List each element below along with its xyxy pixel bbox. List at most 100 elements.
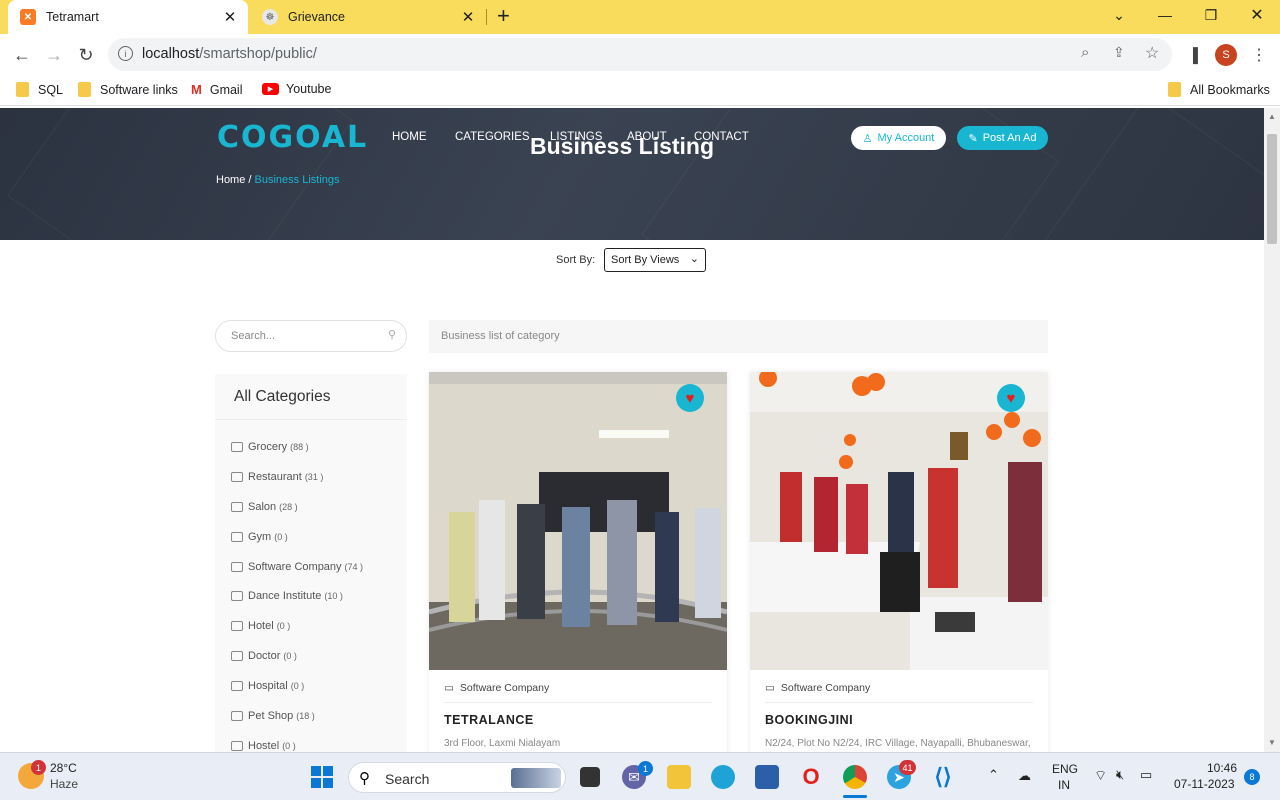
notification-badge[interactable]: 8 xyxy=(1244,769,1260,785)
category-count: (0 ) xyxy=(290,681,305,691)
nav-home[interactable]: HOME xyxy=(392,131,427,143)
all-bookmarks[interactable]: All Bookmarks xyxy=(1168,82,1270,97)
profile-avatar[interactable]: S xyxy=(1215,44,1237,66)
category-name: Doctor xyxy=(248,650,281,662)
category-restaurant[interactable]: Restaurant (31 ) xyxy=(231,471,323,483)
category-software-company[interactable]: Software Company (74 ) xyxy=(231,561,363,573)
vscode-icon[interactable]: ⟨⟩ xyxy=(931,764,955,789)
sort-label: Sort By: xyxy=(556,254,596,266)
category-name: Hostel xyxy=(248,740,280,752)
listing-card[interactable]: ♥ ▭ Software Company BOOKINGJINI N2/24, P… xyxy=(750,372,1048,752)
monitor-icon xyxy=(231,562,243,572)
category-gym[interactable]: Gym (0 ) xyxy=(231,531,288,543)
tab-search-chevron-icon[interactable]: ⌄ xyxy=(1096,0,1142,30)
battery-icon[interactable]: ▭ xyxy=(1140,767,1152,783)
scroll-up-icon[interactable]: ▲ xyxy=(1268,112,1276,121)
search-highlight-image xyxy=(511,768,561,788)
url-host: localhost xyxy=(142,46,200,62)
bookmark-youtube[interactable]: ▶ Youtube xyxy=(262,82,331,96)
speaker-muted-icon[interactable]: 🔇︎ xyxy=(1116,767,1124,783)
listing-name[interactable]: BOOKINGJINI xyxy=(765,713,853,727)
region-indicator[interactable]: IN xyxy=(1058,778,1070,792)
new-tab-button[interactable]: + xyxy=(497,3,510,29)
listing-photo-image xyxy=(750,372,1048,670)
clock-date[interactable]: 07-11-2023 xyxy=(1174,777,1235,791)
category-pet-shop[interactable]: Pet Shop (18 ) xyxy=(231,710,315,722)
back-icon[interactable]: ← xyxy=(9,42,35,68)
favorite-heart-icon[interactable]: ♥ xyxy=(997,384,1025,412)
tab-title: Grievance xyxy=(288,10,345,24)
category-grocery[interactable]: Grocery (88 ) xyxy=(231,441,309,453)
wifi-icon[interactable]: ⌔ xyxy=(1094,767,1107,785)
store-icon[interactable] xyxy=(755,765,779,789)
page-header-banner: COGOAL HOME CATEGORIES LISTINGS ABOUT CO… xyxy=(0,108,1264,240)
bookmark-sql[interactable]: SQL xyxy=(16,82,63,97)
bookmark-software-links[interactable]: Software links xyxy=(78,82,178,97)
site-logo[interactable]: COGOAL xyxy=(217,120,368,155)
site-info-icon[interactable]: i xyxy=(118,46,133,61)
minimize-button[interactable]: — xyxy=(1142,0,1188,30)
edge-icon[interactable] xyxy=(711,765,735,789)
category-doctor[interactable]: Doctor (0 ) xyxy=(231,650,297,662)
address-bar[interactable]: i localhost/smartshop/public/ ⌕ ⇪ ☆ xyxy=(108,38,1172,71)
listing-category: ▭ Software Company xyxy=(444,682,549,694)
scroll-down-icon[interactable]: ▼ xyxy=(1268,738,1276,747)
chrome-icon[interactable] xyxy=(843,765,867,789)
post-ad-label: Post An Ad xyxy=(982,132,1037,144)
page-title: Business Listing xyxy=(530,133,715,159)
category-hospital[interactable]: Hospital (0 ) xyxy=(231,680,304,692)
edit-icon: ✎ xyxy=(968,132,978,145)
zoom-icon[interactable]: ⌕ xyxy=(1081,44,1089,61)
nav-categories[interactable]: CATEGORIES xyxy=(455,131,530,143)
my-account-button[interactable]: ♙ My Account xyxy=(851,126,946,150)
category-name: Restaurant xyxy=(248,471,302,483)
listing-photo[interactable]: ♥ xyxy=(750,372,1048,670)
listing-name[interactable]: TETRALANCE xyxy=(444,713,534,727)
clock-time[interactable]: 10:46 xyxy=(1207,761,1237,775)
sort-select[interactable]: Sort By Views ⌄ xyxy=(604,248,706,272)
share-icon[interactable]: ⇪ xyxy=(1113,44,1125,61)
opera-icon[interactable]: O xyxy=(799,764,823,789)
menu-dots-icon[interactable]: ⋮ xyxy=(1246,42,1272,68)
listing-photo[interactable]: ♥ xyxy=(429,372,727,670)
weather-badge: 1 xyxy=(31,760,46,775)
file-explorer-icon[interactable] xyxy=(667,765,691,789)
page-scrollbar[interactable]: ▲ ▼ xyxy=(1264,108,1280,752)
tab-grievance[interactable]: ☸ Grievance ✕ xyxy=(250,0,486,34)
my-account-label: My Account xyxy=(877,132,935,144)
breadcrumb-home[interactable]: Home / xyxy=(216,174,251,186)
weather-desc: Haze xyxy=(50,777,79,791)
search-icon[interactable]: ⚲ xyxy=(388,328,396,341)
tab-tetramart[interactable]: ✕ Tetramart ✕ xyxy=(8,0,248,34)
category-hotel[interactable]: Hotel (0 ) xyxy=(231,620,290,632)
category-hostel[interactable]: Hostel (0 ) xyxy=(231,740,296,752)
category-salon[interactable]: Salon (28 ) xyxy=(231,501,298,513)
post-ad-button[interactable]: ✎ Post An Ad xyxy=(957,126,1048,150)
restore-button[interactable]: ❐ xyxy=(1188,0,1234,30)
category-name: Hotel xyxy=(248,620,274,632)
close-tab-icon[interactable]: ✕ xyxy=(220,7,240,27)
windows-start-icon[interactable] xyxy=(310,765,334,789)
taskbar-search[interactable]: ⚲ Search xyxy=(348,762,566,793)
bookmark-label: Gmail xyxy=(209,82,243,97)
scroll-thumb[interactable] xyxy=(1267,134,1277,244)
listing-card[interactable]: ♥ ▭ Software Company TETRALANCE 3rd Floor… xyxy=(429,372,727,752)
close-window-button[interactable]: ✕ xyxy=(1234,0,1280,30)
task-view-icon[interactable] xyxy=(580,767,600,787)
network-status-icon[interactable]: ☁ xyxy=(1018,768,1031,784)
forward-icon[interactable]: → xyxy=(41,42,67,68)
star-bookmark-icon[interactable]: ☆ xyxy=(1145,43,1159,63)
side-panel-icon[interactable]: ▐ xyxy=(1180,42,1206,68)
category-dance-institute[interactable]: Dance Institute (10 ) xyxy=(231,590,343,602)
search-input[interactable]: Search... ⚲ xyxy=(215,320,407,352)
chevron-up-icon[interactable]: ⌃ xyxy=(988,767,999,783)
reload-icon[interactable]: ↻ xyxy=(73,42,99,68)
divider xyxy=(765,702,1033,703)
favorite-heart-icon[interactable]: ♥ xyxy=(676,384,704,412)
category-count: (0 ) xyxy=(276,621,291,631)
bookmark-gmail[interactable]: M Gmail xyxy=(191,82,243,97)
close-tab-icon[interactable]: ✕ xyxy=(458,7,478,27)
folder-icon xyxy=(1168,82,1181,97)
language-indicator[interactable]: ENG xyxy=(1052,762,1078,776)
user-icon: ♙ xyxy=(862,132,873,145)
